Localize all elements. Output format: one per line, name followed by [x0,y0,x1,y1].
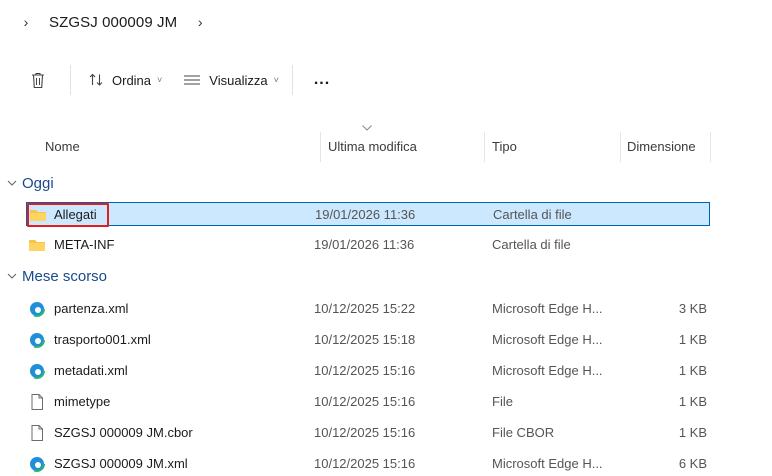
file-type: Cartella di file [492,237,571,252]
file-size: 3 KB [678,301,707,316]
file-modified: 10/12/2025 15:22 [314,301,416,316]
file-modified: 19/01/2026 11:36 [315,207,416,222]
chevron-down-icon: ˅ [273,75,279,85]
file-size: 1 KB [678,363,707,378]
sort-label: Ordina [112,72,152,88]
file-modified: 10/12/2025 15:18 [314,332,416,347]
file-modified: 10/12/2025 15:16 [314,394,416,409]
toolbar-divider [70,65,71,95]
file-type: Microsoft Edge H... [492,301,603,316]
file-name: metadati.xml [54,363,128,378]
column-header-modified[interactable]: Ultima modifica [328,128,417,164]
file-type: Microsoft Edge H... [492,363,603,378]
trash-icon [32,72,44,88]
edge-icon [29,363,45,379]
delete-button[interactable] [30,64,46,96]
file-name: trasporto001.xml [54,332,151,347]
file-modified: 10/12/2025 15:16 [314,456,416,471]
breadcrumb: › SZGSJ 000009 JM › [0,0,772,44]
view-label: Visualizza [209,72,268,88]
file-modified: 10/12/2025 15:16 [314,363,416,378]
chevron-down-icon [7,273,17,279]
edge-icon [29,301,45,317]
chevron-down-icon [7,180,17,186]
list-item[interactable]: trasporto001.xml 10/12/2025 15:18 Micros… [26,328,710,352]
list-item[interactable]: SZGSJ 000009 JM.cbor 10/12/2025 15:16 Fi… [26,421,710,445]
sort-button[interactable]: Ordina ˅ [88,64,162,96]
column-header-type[interactable]: Tipo [492,128,517,164]
file-size: 1 KB [678,394,707,409]
column-header-row: Nome Ultima modifica Tipo Dimensione [0,125,772,164]
file-size [626,233,707,257]
file-size: 1 KB [678,425,707,440]
column-divider[interactable] [620,132,621,162]
file-name: Allegati [54,207,97,222]
edge-icon [29,332,45,348]
file-name: SZGSJ 000009 JM.cbor [54,425,193,440]
group-label: Oggi [22,174,54,192]
file-name: META-INF [54,237,115,252]
list-item[interactable]: Allegati 19/01/2026 11:36 Cartella di fi… [26,202,710,227]
list-item[interactable]: SZGSJ 000009 JM.xml 10/12/2025 15:16 Mic… [26,452,710,476]
group-header-oggi[interactable]: Oggi [0,171,772,195]
file-icon [31,394,43,410]
chevron-right-icon[interactable]: › [17,14,35,30]
sort-icon [89,73,103,86]
file-size: 1 KB [678,332,707,347]
folder-icon [29,240,45,251]
file-name: mimetype [54,394,111,409]
file-type: Microsoft Edge H... [492,456,603,471]
file-type: Cartella di file [493,207,572,222]
list-item[interactable]: mimetype 10/12/2025 15:16 File 1 KB [26,390,710,414]
toolbar-divider [291,65,293,95]
file-type: File CBOR [492,425,555,440]
more-options-button[interactable]: ... [314,64,330,96]
column-header-name[interactable]: Nome [45,128,80,164]
chevron-down-icon: ˅ [157,75,163,85]
view-icon [184,75,201,85]
more-icon: ... [313,71,331,88]
column-divider[interactable] [320,132,321,162]
column-header-size[interactable]: Dimensione [627,128,696,164]
column-divider[interactable] [710,132,711,162]
list-item[interactable]: META-INF 19/01/2026 11:36 Cartella di fi… [26,233,710,257]
file-modified: 19/01/2026 11:36 [314,237,415,252]
view-button[interactable]: Visualizza ˅ [183,64,279,96]
file-modified: 10/12/2025 15:16 [314,425,416,440]
command-bar: Ordina ˅ Visualizza ˅ ... [0,58,772,102]
file-name: partenza.xml [54,301,129,316]
list-item[interactable]: metadati.xml 10/12/2025 15:16 Microsoft … [26,359,710,383]
breadcrumb-item[interactable]: SZGSJ 000009 JM [49,14,177,31]
file-name: SZGSJ 000009 JM.xml [54,456,188,471]
group-header-mese-scorso[interactable]: Mese scorso [0,264,772,288]
list-item[interactable]: partenza.xml 10/12/2025 15:22 Microsoft … [26,297,710,321]
group-label: Mese scorso [22,267,108,285]
file-size [627,203,708,227]
file-icon [31,425,43,441]
file-type: File [492,394,513,409]
column-divider[interactable] [484,132,485,162]
folder-icon [30,210,46,221]
edge-icon [29,456,45,472]
file-type: Microsoft Edge H... [492,332,603,347]
chevron-right-icon[interactable]: › [191,14,209,30]
file-size: 6 KB [678,456,707,471]
